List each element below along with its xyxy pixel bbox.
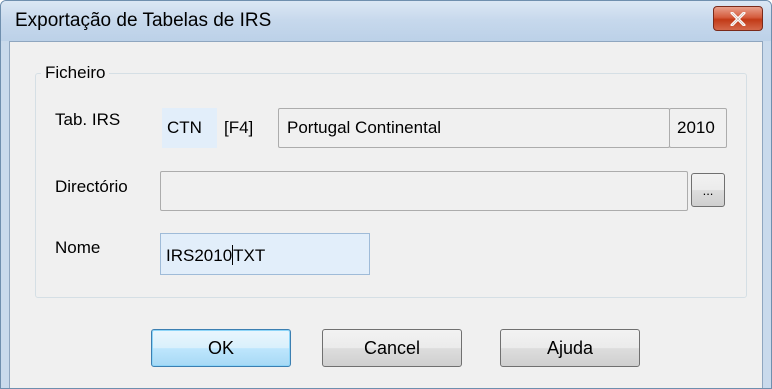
ok-label: OK — [207, 338, 234, 358]
browse-button[interactable]: ... — [691, 173, 725, 207]
close-button[interactable] — [713, 6, 763, 31]
browse-label: ... — [702, 183, 714, 198]
nome-value-end: TXT — [233, 246, 266, 265]
title-bar: Exportação de Tabelas de IRS — [1, 1, 771, 41]
cancel-button[interactable]: Cancel — [322, 329, 462, 367]
ok-button[interactable]: OK — [151, 329, 291, 367]
tab-irs-description: Portugal Continental — [287, 118, 442, 137]
dialog-body: Ficheiro Tab. IRS CTN [F4] Portugal Cont… — [9, 41, 763, 388]
tab-irs-code: CTN — [167, 118, 202, 137]
tab-irs-code-field[interactable]: CTN — [162, 108, 217, 148]
export-dialog: Exportação de Tabelas de IRS Ficheiro Ta… — [0, 0, 772, 389]
nome-value-start: IRS2010 — [166, 246, 233, 265]
close-icon — [730, 11, 746, 26]
window-title: Exportação de Tabelas de IRS — [15, 10, 272, 31]
tab-irs-description-field: Portugal Continental — [278, 108, 670, 148]
tab-irs-year-field: 2010 — [669, 108, 727, 148]
nome-label: Nome — [55, 238, 101, 257]
tab-irs-year: 2010 — [677, 118, 715, 137]
group-label-ficheiro: Ficheiro — [41, 63, 110, 83]
cancel-label: Cancel — [363, 338, 421, 358]
nome-input[interactable]: IRS2010TXT — [160, 233, 370, 275]
tab-irs-shortcut: [F4] — [224, 118, 254, 137]
help-label: Ajuda — [546, 338, 594, 358]
directorio-field[interactable] — [160, 171, 688, 211]
help-button[interactable]: Ajuda — [500, 329, 640, 367]
directorio-label: Directório — [55, 177, 128, 196]
tab-irs-label: Tab. IRS — [55, 110, 121, 129]
